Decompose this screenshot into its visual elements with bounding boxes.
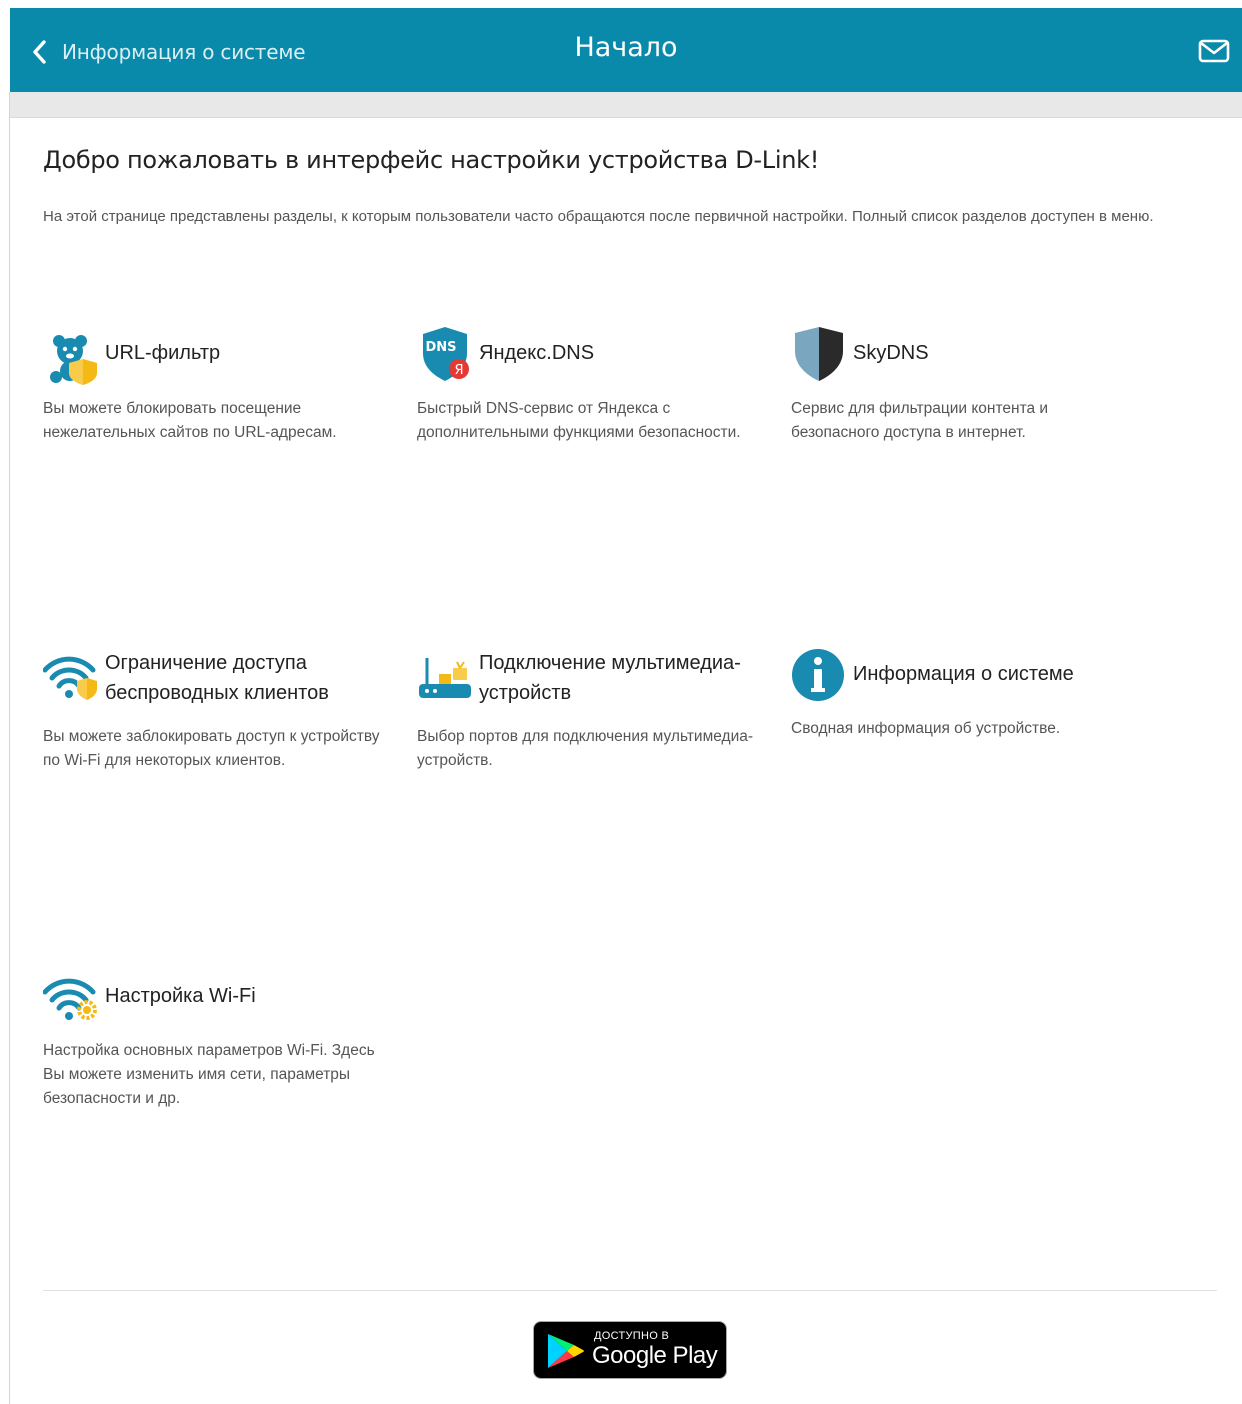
card-wifi-settings[interactable]: Настройка Wi-Fi Настройка основных парам…: [43, 976, 388, 1126]
mail-icon[interactable]: [1198, 38, 1230, 64]
footer-divider: [43, 1290, 1217, 1291]
yandex-badge: Я: [454, 363, 463, 378]
yandex-dns-icon: DNS Я: [423, 327, 469, 381]
card-title: URL-фильтр: [105, 342, 221, 364]
card-description: Быстрый DNS-сервис от Яндекса с дополнит…: [417, 400, 741, 441]
google-play-badge[interactable]: ДОСТУПНО В Google Play: [533, 1321, 727, 1379]
card-title: Подключение мультимедиа-устройств: [479, 652, 741, 704]
card-description: Вы можете блокировать посещение нежелате…: [43, 400, 337, 441]
google-play-text: Google Play: [592, 1342, 718, 1369]
card-title: Настройка Wi-Fi: [105, 985, 256, 1007]
welcome-heading: Добро пожаловать в интерфейс настройки у…: [43, 146, 820, 174]
card-system-info[interactable]: Информация о системе Сводная информация …: [791, 648, 1136, 758]
card-description: Настройка основных параметров Wi-Fi. Зде…: [43, 1042, 375, 1107]
card-description: Вы можете заблокировать доступ к устройс…: [43, 728, 380, 769]
card-multimedia-devices[interactable]: Подключение мультимедиа-устройств Выбор …: [417, 648, 762, 798]
card-wifi-access-restriction[interactable]: Ограничение доступа беспроводных клиенто…: [43, 648, 388, 798]
card-description: Сервис для фильтрации контента и безопас…: [791, 400, 1049, 441]
card-title: SkyDNS: [853, 342, 929, 364]
dns-label: DNS: [425, 340, 456, 355]
multimedia-icon: [419, 658, 471, 698]
card-url-filter[interactable]: URL-фильтр Вы можете блокировать посещен…: [43, 325, 388, 475]
card-description: Сводная информация об устройстве.: [791, 720, 1061, 737]
left-border: [9, 92, 10, 1404]
url-filter-icon: [50, 335, 97, 385]
intro-text: На этой странице представлены разделы, к…: [43, 208, 1154, 225]
info-icon: [792, 649, 844, 701]
wifi-shield-icon: [43, 656, 97, 700]
card-title: Ограничение доступа беспроводных клиенто…: [105, 652, 329, 704]
google-play-icon: [548, 1334, 585, 1368]
card-yandex-dns[interactable]: DNS Я Яндекс.DNS Быстрый DNS-сервис от Я…: [417, 325, 762, 475]
card-title: Яндекс.DNS: [479, 342, 595, 364]
top-header: Информация о системе Начало: [10, 8, 1242, 92]
skydns-shield-icon: [795, 327, 843, 381]
card-title: Информация о системе: [853, 663, 1074, 685]
google-play-small-text: ДОСТУПНО В: [594, 1330, 670, 1342]
page-title: Начало: [574, 32, 678, 63]
card-skydns[interactable]: SkyDNS Сервис для фильтрации контента и …: [791, 325, 1136, 475]
card-description: Выбор портов для подключения мультимедиа…: [417, 728, 754, 769]
sub-bar: [10, 92, 1242, 118]
wifi-gear-icon: [43, 978, 97, 1020]
